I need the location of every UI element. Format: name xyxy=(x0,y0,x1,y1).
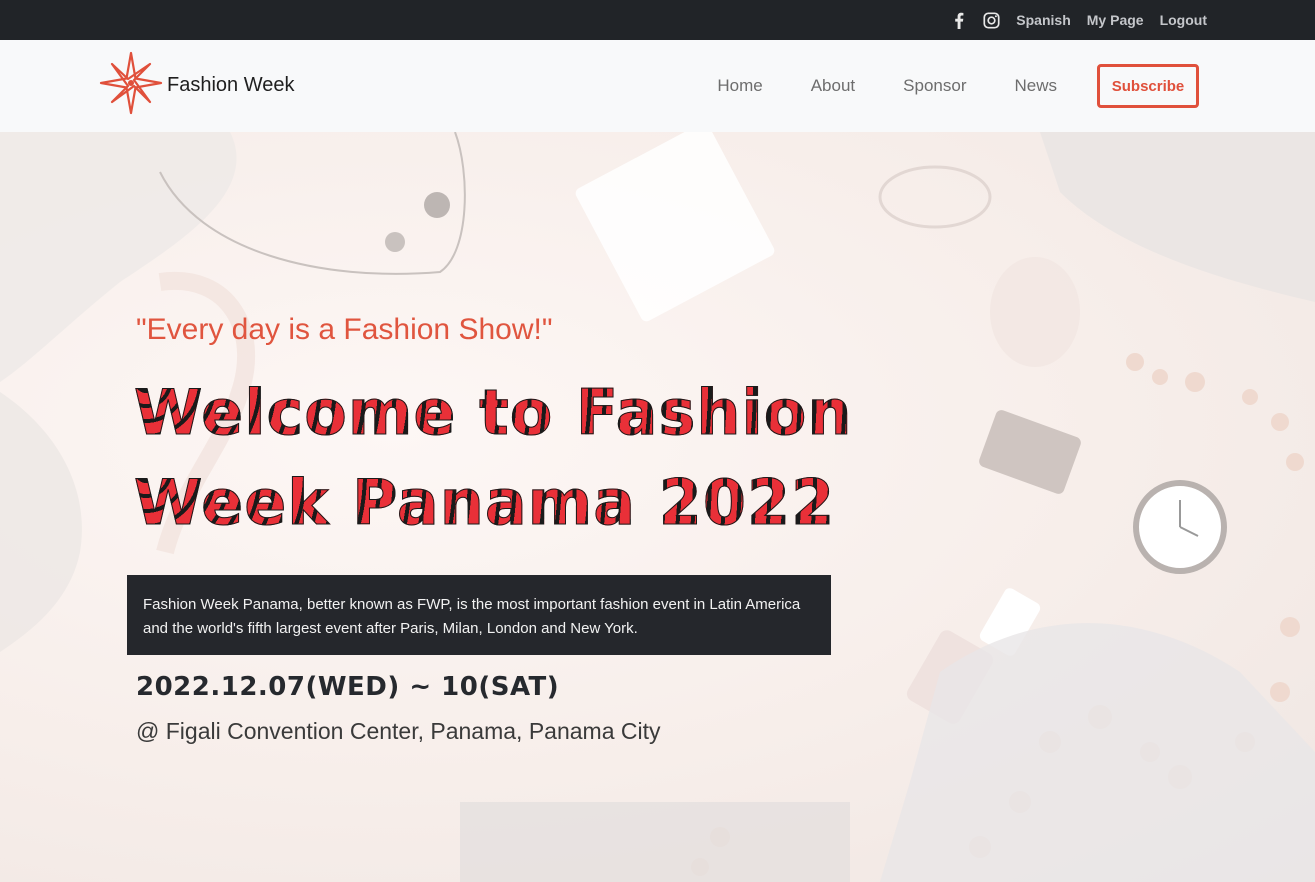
main-navbar: Fashion Week Home About Sponsor News Sub… xyxy=(0,40,1315,132)
logout-link[interactable]: Logout xyxy=(1160,12,1207,28)
hero-quote: "Every day is a Fashion Show!" xyxy=(136,313,553,346)
hero-title-line-2: Week Panama 2022 xyxy=(134,458,994,548)
my-page-link[interactable]: My Page xyxy=(1087,12,1144,28)
compass-star-icon xyxy=(98,50,164,121)
hero-title-line-1: Welcome to Fashion xyxy=(134,368,994,458)
hero-title: Welcome to Fashion Week Panama 2022 xyxy=(134,368,994,548)
hero-description: Fashion Week Panama, better known as FWP… xyxy=(143,596,801,637)
hero-description-box: Fashion Week Panama, better known as FWP… xyxy=(127,575,831,655)
brand[interactable]: Fashion Week xyxy=(98,50,295,121)
nav-news[interactable]: News xyxy=(1014,76,1057,96)
nav-sponsor[interactable]: Sponsor xyxy=(903,76,966,96)
facebook-icon[interactable] xyxy=(950,11,968,29)
utility-links: Spanish My Page Logout xyxy=(950,0,1207,40)
language-link[interactable]: Spanish xyxy=(1016,12,1070,28)
hero-section: "Every day is a Fashion Show!" Welcome t… xyxy=(0,132,1315,882)
event-dates: 2022.12.07(WED) ~ 10(SAT) xyxy=(136,672,560,702)
nav-home[interactable]: Home xyxy=(717,76,762,96)
nav-about[interactable]: About xyxy=(811,76,855,96)
brand-name: Fashion Week xyxy=(167,73,295,96)
subscribe-button[interactable]: Subscribe xyxy=(1097,64,1199,108)
event-venue: @ Figali Convention Center, Panama, Pana… xyxy=(136,718,661,744)
top-utility-bar: Spanish My Page Logout xyxy=(0,0,1315,40)
instagram-icon[interactable] xyxy=(982,11,1000,29)
nav-menu: Home About Sponsor News Subscribe xyxy=(717,64,1199,108)
